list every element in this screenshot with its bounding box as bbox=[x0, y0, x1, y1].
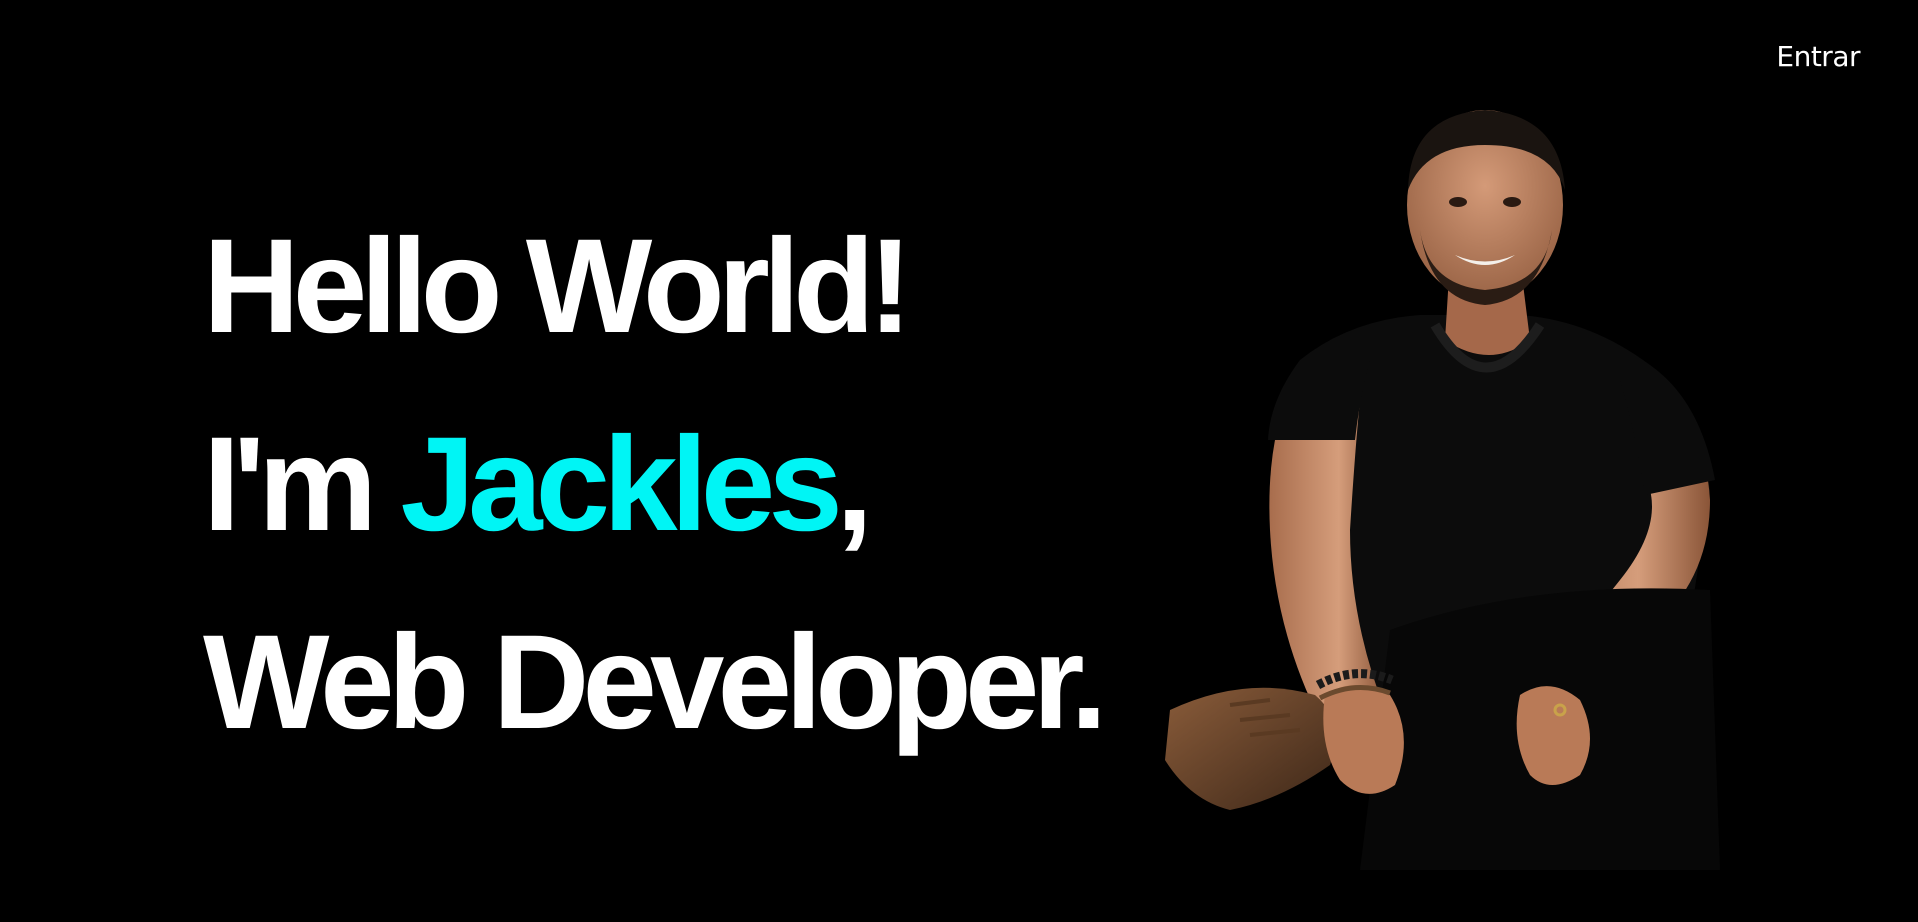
hero-line-role: Web Developer. bbox=[203, 608, 1107, 757]
login-link[interactable]: Entrar bbox=[1776, 40, 1860, 73]
profile-photo bbox=[1150, 110, 1770, 870]
hero-name: Jackles bbox=[400, 410, 842, 559]
hero-intro-suffix: , bbox=[835, 410, 873, 559]
hero-line-greeting: Hello World! bbox=[203, 212, 913, 361]
hero-intro-prefix: I'm bbox=[203, 410, 401, 559]
top-bar: Entrar bbox=[0, 0, 1918, 120]
hero-line-intro: I'm Jackles, bbox=[203, 386, 1253, 584]
hero-heading: Hello World! I'm Jackles, Web Developer. bbox=[203, 188, 1253, 757]
profile-photo-icon bbox=[1165, 110, 1720, 870]
landing-page: Entrar Hello World! I'm Jackles, Web Dev… bbox=[0, 0, 1918, 922]
